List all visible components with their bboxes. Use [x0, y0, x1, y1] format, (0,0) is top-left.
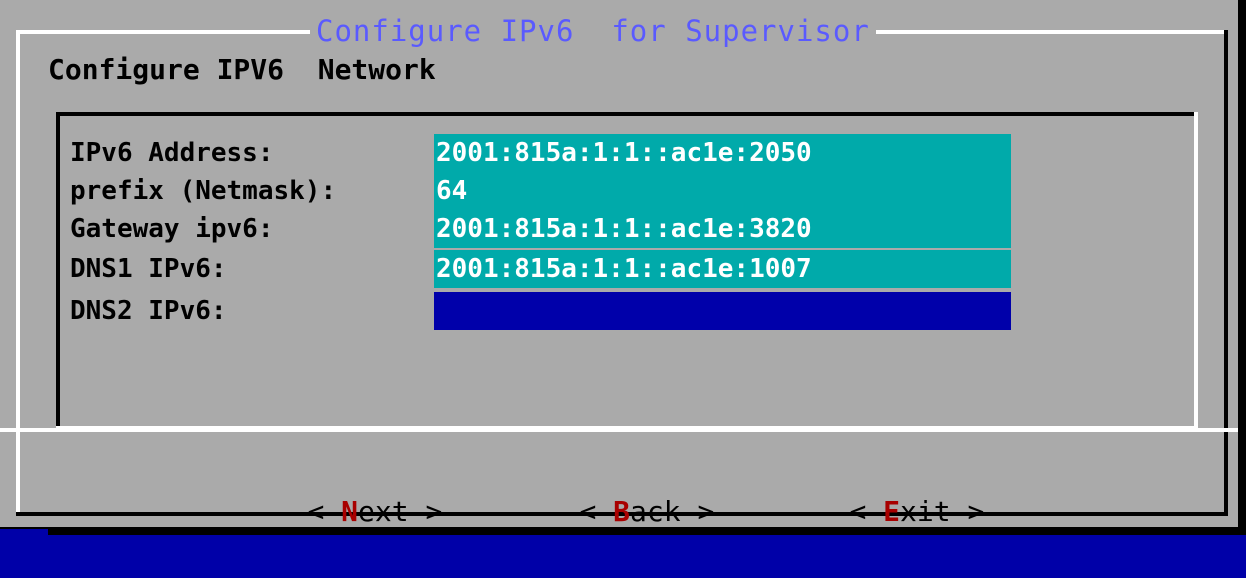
- form-row-ipv6-address: IPv6 Address: 2001:815a:1:1::ac1e:2050: [70, 134, 1020, 172]
- back-button[interactable]: < Back >: [512, 446, 714, 528]
- dialog-window: Configure IPv6 for Supervisor Configure …: [0, 0, 1246, 535]
- dialog-title: Configure IPv6 for Supervisor: [310, 14, 876, 48]
- form-row-dns1: DNS1 IPv6: 2001:815a:1:1::ac1e:1007: [70, 250, 1020, 288]
- ipv6-address-label: IPv6 Address:: [70, 138, 274, 168]
- screen-background-corner: [0, 529, 48, 535]
- next-button[interactable]: < Next >: [240, 446, 442, 528]
- window-shadow-right: [1238, 0, 1246, 535]
- gateway-ipv6-label: Gateway ipv6:: [70, 214, 274, 244]
- window-shadow-bottom: [0, 527, 1246, 535]
- exit-button[interactable]: < Exit >: [782, 446, 984, 528]
- form-row-dns2: DNS2 IPv6:: [70, 292, 1020, 330]
- dns2-ipv6-field[interactable]: [434, 292, 1011, 330]
- dns2-ipv6-label: DNS2 IPv6:: [70, 296, 227, 326]
- gateway-ipv6-field[interactable]: 2001:815a:1:1::ac1e:3820: [434, 210, 1011, 248]
- prefix-netmask-label: prefix (Netmask):: [70, 176, 337, 206]
- back-hotkey: B: [613, 495, 631, 528]
- button-separator: [0, 428, 1240, 432]
- prefix-netmask-field[interactable]: 64: [434, 172, 1011, 210]
- dns1-ipv6-label: DNS1 IPv6:: [70, 254, 227, 284]
- dialog-subtitle: Configure IPV6 Network: [48, 53, 436, 86]
- dns1-ipv6-field[interactable]: 2001:815a:1:1::ac1e:1007: [434, 250, 1011, 288]
- ipv6-address-field[interactable]: 2001:815a:1:1::ac1e:2050: [434, 134, 1011, 172]
- form-row-prefix: prefix (Netmask): 64: [70, 172, 1020, 210]
- exit-hotkey: E: [883, 495, 901, 528]
- form-row-gateway: Gateway ipv6: 2001:815a:1:1::ac1e:3820: [70, 210, 1020, 248]
- next-hotkey: N: [341, 495, 359, 528]
